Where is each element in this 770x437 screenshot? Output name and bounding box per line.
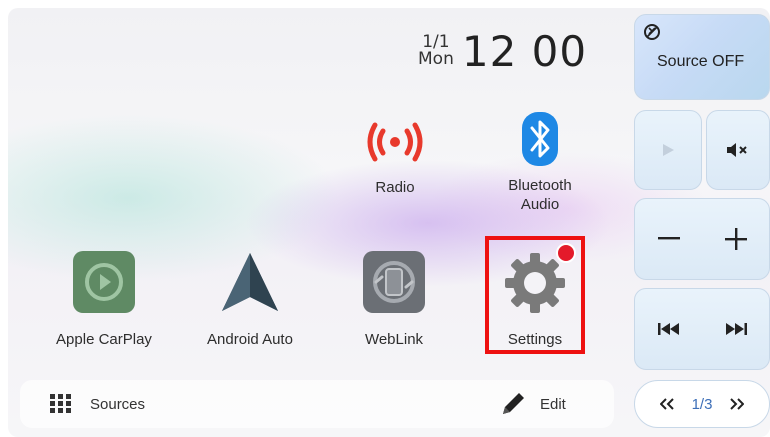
android-auto-label: Android Auto [207, 331, 293, 348]
mute-icon [727, 143, 747, 157]
weblink-label: WebLink [364, 331, 424, 348]
next-track-icon [725, 323, 747, 335]
previous-track-icon [657, 323, 679, 335]
bottom-bar: Sources Edit [20, 380, 614, 428]
play-icon [663, 144, 674, 156]
radio-tile[interactable]: Radio [360, 112, 430, 197]
volume-control [634, 198, 770, 280]
notification-badge [556, 243, 576, 263]
edit-button[interactable]: Edit [500, 380, 566, 428]
bluetooth-icon [515, 110, 565, 168]
settings-tile[interactable]: Settings [489, 250, 581, 349]
bluetooth-label-line2: Audio [520, 196, 560, 213]
date-display: 1/1 Mon [418, 34, 454, 68]
play-button[interactable] [634, 110, 702, 190]
edit-label: Edit [540, 395, 566, 413]
source-off-label: Source OFF [657, 53, 745, 70]
page-navigator: 1/3 [634, 380, 770, 428]
source-off-button[interactable]: Source OFF [634, 14, 770, 100]
double-chevron-right-icon [730, 398, 745, 410]
page-indicator: 1/3 [691, 395, 713, 413]
page-next-button[interactable] [730, 398, 745, 410]
settings-label: Settings [507, 331, 563, 348]
pencil-icon [500, 391, 526, 417]
mute-button[interactable] [706, 110, 770, 190]
track-control [634, 288, 770, 370]
radio-broadcast-icon [363, 112, 427, 172]
weblink-icon [362, 250, 426, 314]
double-chevron-left-icon [659, 398, 674, 410]
android-auto-icon [218, 250, 282, 314]
time: 12 00 [461, 26, 588, 76]
bluetooth-label-line1: Bluetooth [508, 177, 572, 194]
grid-icon [50, 394, 72, 414]
android-auto-tile[interactable]: Android Auto [198, 250, 302, 349]
sources-label: Sources [90, 395, 146, 413]
plus-icon [724, 228, 747, 250]
weekday: Mon [418, 49, 454, 69]
carplay-icon [72, 250, 136, 314]
weblink-tile[interactable]: WebLink [342, 250, 446, 349]
minus-icon [657, 237, 680, 240]
radio-label: Radio [375, 179, 415, 196]
clock: 1/1 Mon 12 00 [418, 26, 587, 76]
apple-carplay-label: Apple CarPlay [56, 331, 152, 348]
power-off-icon [643, 23, 661, 45]
previous-track-button[interactable] [639, 299, 699, 359]
next-track-button[interactable] [706, 299, 766, 359]
page-prev-button[interactable] [659, 398, 674, 410]
apple-carplay-tile[interactable]: Apple CarPlay [52, 250, 156, 349]
volume-up-button[interactable] [706, 209, 766, 269]
bluetooth-audio-tile[interactable]: Bluetooth Audio [497, 110, 583, 214]
sources-button[interactable]: Sources [50, 380, 145, 428]
volume-down-button[interactable] [639, 209, 699, 269]
